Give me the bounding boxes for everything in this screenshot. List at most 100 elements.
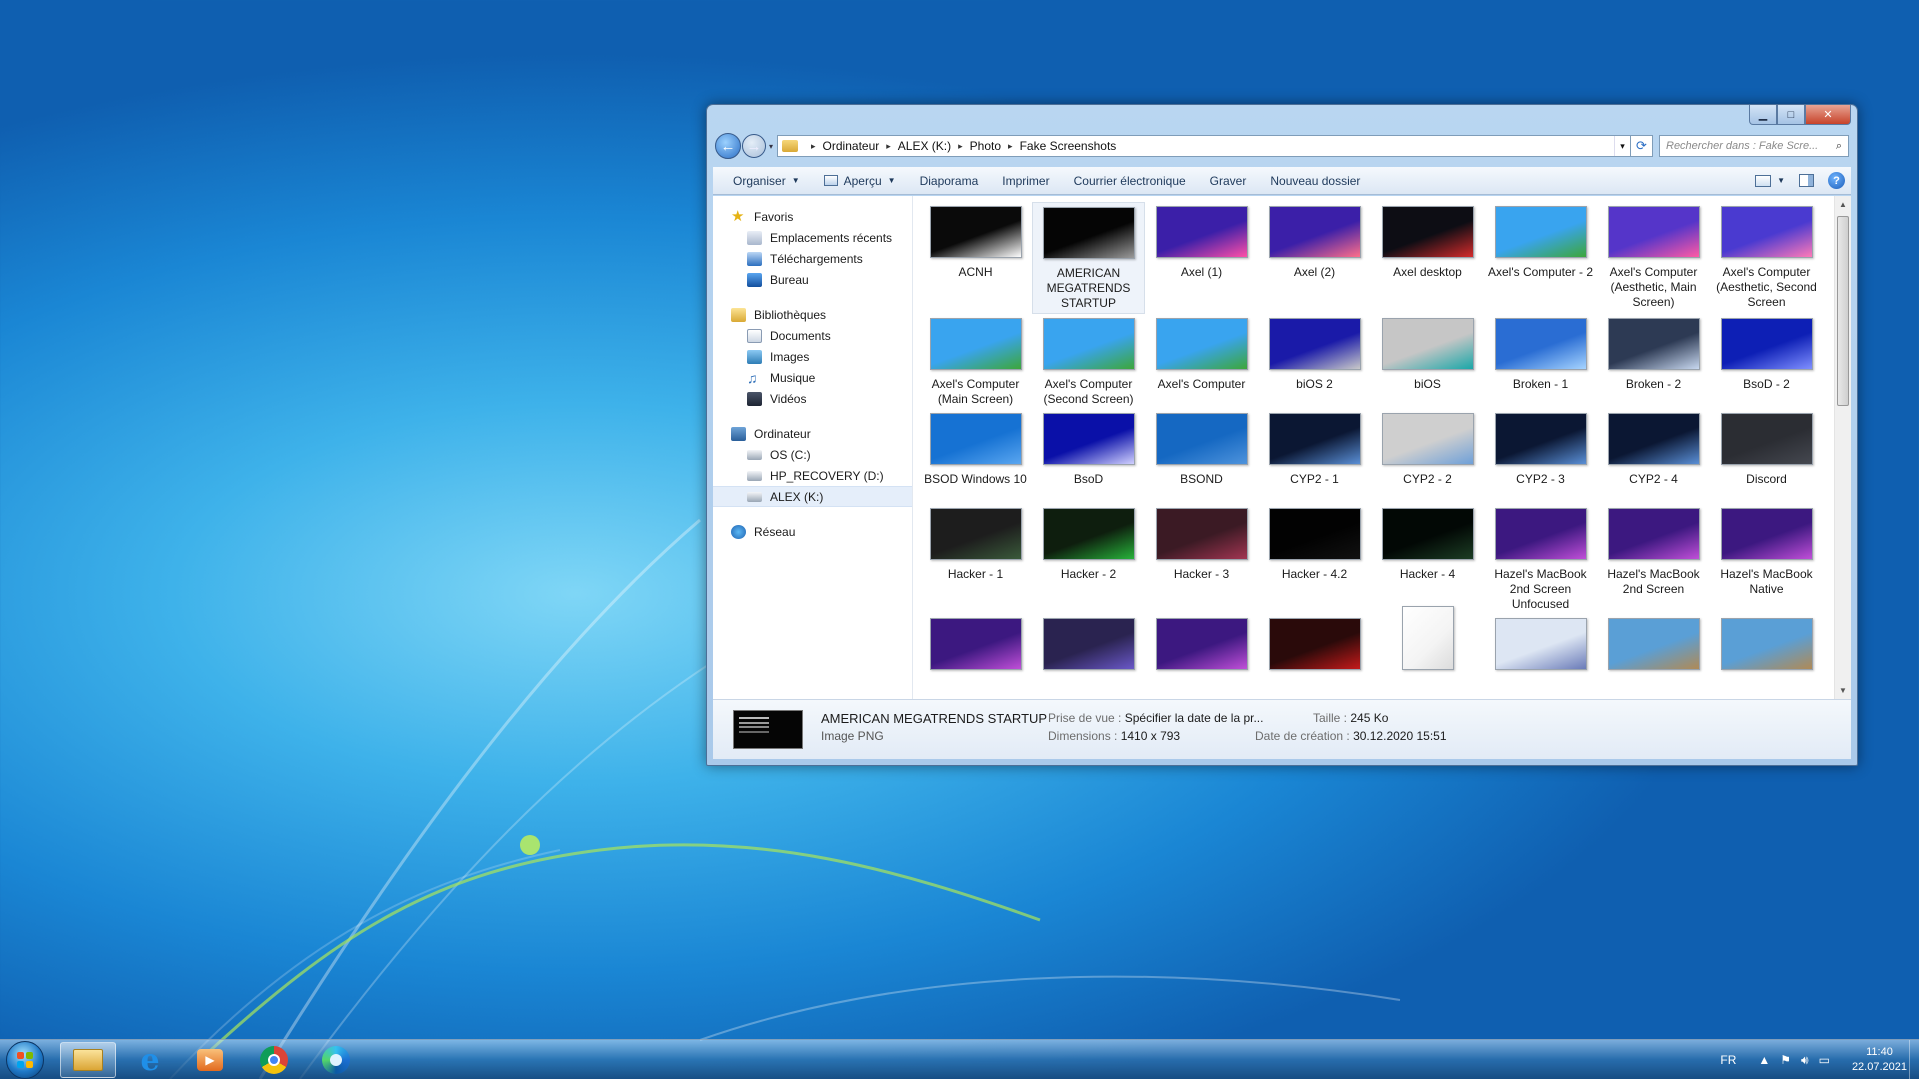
file-tile[interactable]: Axel (2) (1258, 202, 1371, 314)
file-tile[interactable] (1258, 614, 1371, 699)
file-tile[interactable] (1145, 614, 1258, 699)
preview-button[interactable]: Aperçu ▼ (812, 167, 908, 194)
file-tile[interactable]: CYP2 - 3 (1484, 409, 1597, 504)
file-tile[interactable]: Axel's Computer - 2 (1484, 202, 1597, 314)
file-tile[interactable]: Hacker - 4.2 (1258, 504, 1371, 614)
file-tile[interactable] (919, 614, 1032, 699)
file-tile[interactable]: Axel (1) (1145, 202, 1258, 314)
scroll-down-icon[interactable]: ▼ (1835, 682, 1851, 699)
preview-pane-icon[interactable] (1799, 174, 1814, 187)
sidebar-item-images[interactable]: Images (713, 346, 912, 367)
scrollbar-thumb[interactable] (1837, 216, 1849, 406)
file-tile[interactable]: biOS 2 (1258, 314, 1371, 409)
sidebar-item-favorites[interactable]: ★ Favoris (713, 206, 912, 227)
clock[interactable]: 11:40 22.07.2021 (1852, 1045, 1907, 1075)
file-tile[interactable]: CYP2 - 2 (1371, 409, 1484, 504)
refresh-icon[interactable]: ⟳ (1631, 135, 1653, 157)
breadcrumb-photo[interactable]: Photo (970, 139, 1001, 153)
slideshow-button[interactable]: Diaporama (908, 167, 991, 194)
search-input[interactable]: Rechercher dans : Fake Scre... ⌕ (1659, 135, 1849, 157)
back-button[interactable]: ← (715, 133, 741, 159)
file-tile[interactable]: CYP2 - 4 (1597, 409, 1710, 504)
file-tile[interactable]: Hacker - 1 (919, 504, 1032, 614)
scroll-up-icon[interactable]: ▲ (1835, 196, 1851, 213)
start-button[interactable] (6, 1041, 44, 1079)
file-tile[interactable]: Hacker - 3 (1145, 504, 1258, 614)
date-taken-value[interactable]: Spécifier la date de la pr... (1125, 711, 1264, 725)
sidebar-item-drive-k[interactable]: ALEX (K:) (713, 486, 912, 507)
file-tile[interactable]: BSOND (1145, 409, 1258, 504)
file-tile[interactable]: Axel's Computer (Aesthetic, Main Screen) (1597, 202, 1710, 314)
file-tile[interactable]: Broken - 2 (1597, 314, 1710, 409)
file-tile[interactable]: Axel's Computer (Aesthetic, Second Scree… (1710, 202, 1823, 314)
file-tile[interactable] (1597, 614, 1710, 699)
burn-button[interactable]: Graver (1198, 167, 1259, 194)
file-tile[interactable]: ACNH (919, 202, 1032, 314)
taskbar-internet-explorer[interactable]: e (122, 1042, 178, 1078)
file-thumbnail (1607, 413, 1700, 465)
language-indicator[interactable]: FR (1720, 1053, 1736, 1067)
file-tile[interactable] (1371, 606, 1484, 699)
change-view-button[interactable]: ▼ (1755, 174, 1785, 187)
file-tile[interactable]: Hazel's MacBook 2nd Screen Unfocused (1484, 504, 1597, 614)
sidebar-item-network[interactable]: Réseau (713, 521, 912, 542)
sidebar-item-videos[interactable]: Vidéos (713, 388, 912, 409)
file-tile[interactable]: BsoD (1032, 409, 1145, 504)
sidebar-item-documents[interactable]: Documents (713, 325, 912, 346)
new-folder-button[interactable]: Nouveau dossier (1258, 167, 1372, 194)
folder-icon (782, 140, 799, 152)
sidebar-item-downloads[interactable]: Téléchargements (713, 248, 912, 269)
file-tile[interactable]: AMERICAN MEGATRENDS STARTUP (1032, 202, 1145, 314)
vertical-scrollbar[interactable]: ▲ ▼ (1834, 196, 1851, 699)
sidebar-item-recent[interactable]: Emplacements récents (713, 227, 912, 248)
action-center-flag-icon[interactable]: ⚑ (1780, 1053, 1791, 1067)
sidebar-item-desktop[interactable]: Bureau (713, 269, 912, 290)
address-bar[interactable]: ▸ Ordinateur ▸ ALEX (K:) ▸ Photo ▸ Fake … (777, 135, 1631, 157)
file-tile[interactable]: CYP2 - 1 (1258, 409, 1371, 504)
email-button[interactable]: Courrier électronique (1062, 167, 1198, 194)
close-button[interactable]: ✕ (1805, 105, 1851, 125)
file-tile[interactable]: BsoD - 2 (1710, 314, 1823, 409)
taskbar-edge[interactable] (308, 1042, 364, 1078)
file-tile[interactable]: biOS (1371, 314, 1484, 409)
sidebar-item-computer[interactable]: Ordinateur (713, 423, 912, 444)
recent-places-icon (747, 230, 762, 245)
file-tile[interactable]: Axel desktop (1371, 202, 1484, 314)
file-tile[interactable]: Broken - 1 (1484, 314, 1597, 409)
breadcrumb-drive[interactable]: ALEX (K:) (898, 139, 951, 153)
maximize-button[interactable]: □ (1777, 105, 1805, 125)
file-tile[interactable]: Hacker - 4 (1371, 504, 1484, 614)
file-tile[interactable]: Hacker - 2 (1032, 504, 1145, 614)
file-tile[interactable] (1484, 614, 1597, 699)
taskbar-chrome[interactable] (246, 1042, 302, 1078)
organize-button[interactable]: Organiser ▼ (721, 167, 812, 194)
file-tile[interactable]: Hazel's MacBook 2nd Screen (1597, 504, 1710, 614)
breadcrumb-current[interactable]: Fake Screenshots (1020, 139, 1117, 153)
taskbar-media-player[interactable]: ▶ (182, 1042, 238, 1078)
sidebar-label: Vidéos (770, 391, 807, 406)
recent-pages-dropdown[interactable]: ▾ (769, 142, 773, 151)
sidebar-item-drive-c[interactable]: OS (C:) (713, 444, 912, 465)
taskbar-explorer[interactable] (60, 1042, 116, 1078)
help-icon[interactable]: ? (1828, 172, 1845, 189)
file-tile[interactable]: BSOD Windows 10 (919, 409, 1032, 504)
minimize-button[interactable]: ▁ (1749, 105, 1777, 125)
file-tile[interactable] (1710, 614, 1823, 699)
file-tile[interactable]: Axel's Computer (Second Screen) (1032, 314, 1145, 409)
breadcrumb-computer[interactable]: Ordinateur (823, 139, 880, 153)
volume-icon[interactable]: 🔊︎ (1801, 1053, 1809, 1068)
file-tile[interactable]: Hazel's MacBook Native (1710, 504, 1823, 614)
file-tile[interactable] (1032, 614, 1145, 699)
print-button[interactable]: Imprimer (990, 167, 1061, 194)
file-tile[interactable]: Axel's Computer (1145, 314, 1258, 409)
sidebar-item-music[interactable]: ♫ Musique (713, 367, 912, 388)
show-hidden-icons-icon[interactable]: ▲ (1758, 1053, 1770, 1067)
file-tile[interactable]: Axel's Computer (Main Screen) (919, 314, 1032, 409)
show-desktop-button[interactable] (1909, 1040, 1919, 1079)
file-tile[interactable]: Discord (1710, 409, 1823, 504)
sidebar-item-drive-d[interactable]: HP_RECOVERY (D:) (713, 465, 912, 486)
network-status-icon[interactable]: ▭ (1819, 1053, 1830, 1067)
sidebar-item-libraries[interactable]: Bibliothèques (713, 304, 912, 325)
address-dropdown-icon[interactable]: ▾ (1614, 136, 1630, 156)
forward-button[interactable]: → (742, 134, 766, 158)
